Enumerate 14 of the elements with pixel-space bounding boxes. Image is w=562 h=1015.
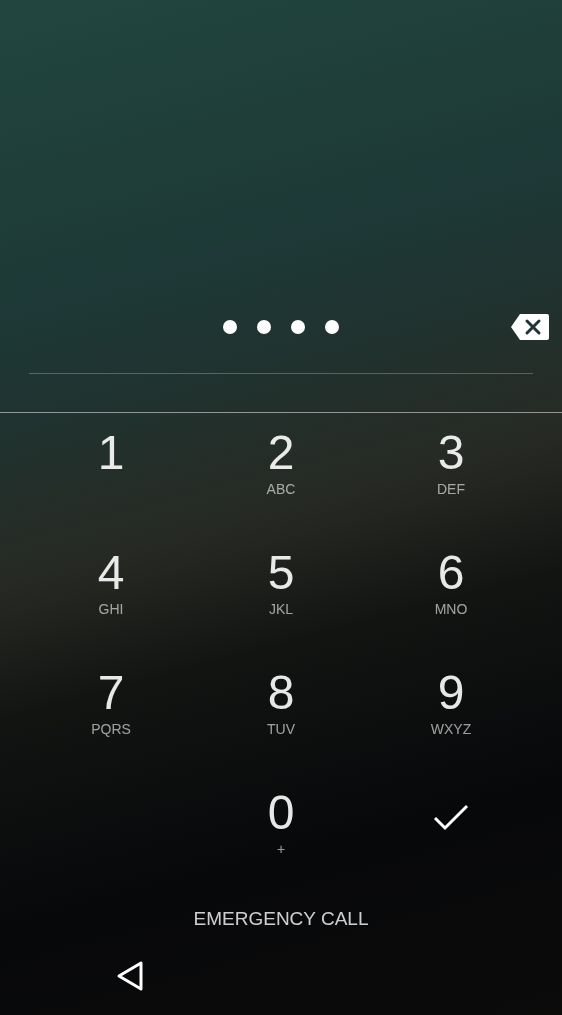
keypad-key[interactable]: 1	[26, 413, 196, 533]
keypad-key[interactable]: 6 MNO	[366, 533, 536, 653]
keypad-key[interactable]: 5 JKL	[196, 533, 366, 653]
keypad-key[interactable]: 0 +	[196, 773, 366, 893]
enter-checkmark-icon[interactable]	[433, 803, 469, 831]
keypad-key[interactable]: 3 DEF	[366, 413, 536, 533]
backspace-icon[interactable]	[510, 313, 550, 341]
keypad-key[interactable]: 4 GHI	[26, 533, 196, 653]
keypad-key[interactable]: 2 ABC	[196, 413, 366, 533]
keypad-key[interactable]: 9 WXYZ	[366, 653, 536, 773]
keypad-key[interactable]: 8 TUV	[196, 653, 366, 773]
back-icon[interactable]	[115, 960, 145, 993]
keypad-key[interactable]: 7 PQRS	[26, 653, 196, 773]
emergency-call-button[interactable]: EMERGENCY CALL	[185, 901, 377, 938]
